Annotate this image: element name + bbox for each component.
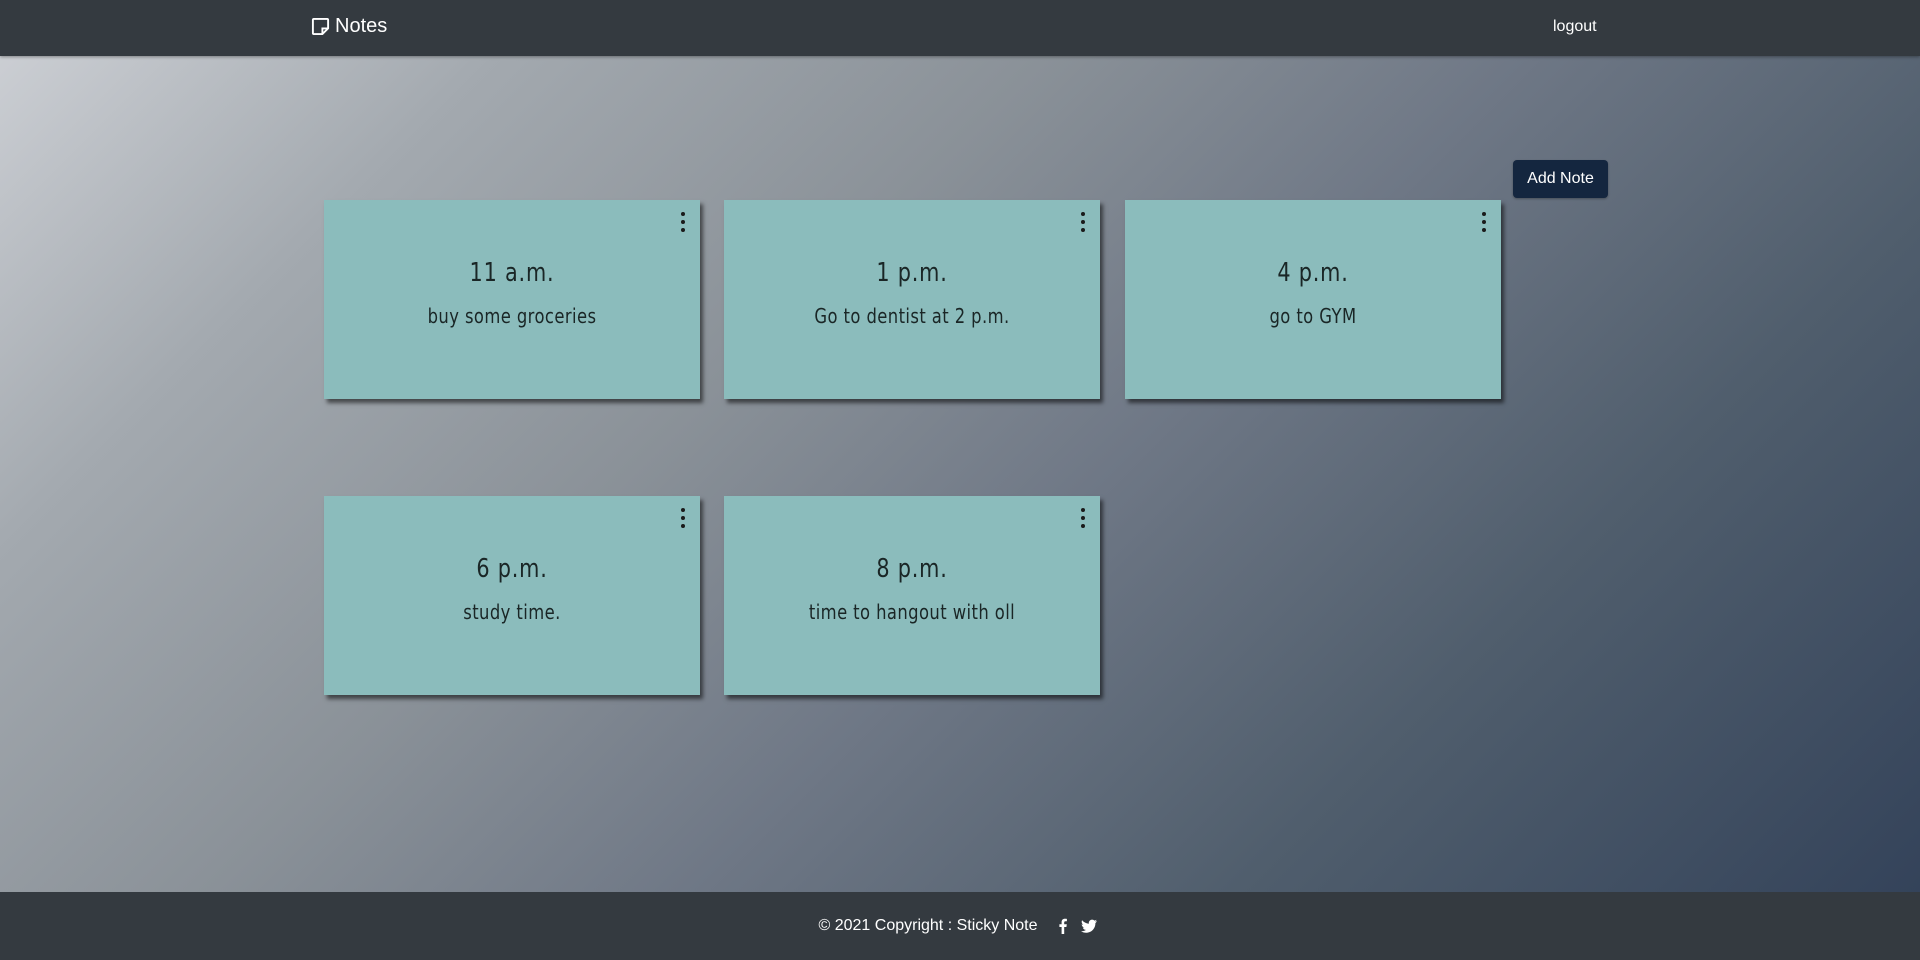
- vertical-ellipsis-icon[interactable]: [1077, 508, 1089, 528]
- note-time: 6 p.m.: [476, 554, 548, 584]
- note-time: 1 p.m.: [876, 258, 948, 288]
- sticky-note-icon: [311, 17, 330, 36]
- footer: © 2021 Copyright : Sticky Note: [0, 892, 1920, 960]
- note-time: 8 p.m.: [876, 554, 948, 584]
- note-card[interactable]: 8 p.m. time to hangout with oll: [724, 496, 1100, 695]
- note-text: study time.: [463, 600, 561, 624]
- note-time: 4 p.m.: [1277, 258, 1349, 288]
- note-text: Go to dentist at 2 p.m.: [814, 304, 1010, 328]
- facebook-icon[interactable]: [1055, 918, 1071, 934]
- logout-link[interactable]: logout: [1553, 18, 1597, 36]
- navbar: Notes logout: [0, 0, 1920, 56]
- notes-board: Add Note 11 a.m. buy some groceries 1 p.…: [0, 56, 1920, 892]
- note-card[interactable]: 6 p.m. study time.: [324, 496, 700, 695]
- note-card[interactable]: 1 p.m. Go to dentist at 2 p.m.: [724, 200, 1100, 399]
- note-text: time to hangout with oll: [808, 600, 1016, 624]
- vertical-ellipsis-icon[interactable]: [1077, 212, 1089, 232]
- vertical-ellipsis-icon[interactable]: [1478, 212, 1490, 232]
- copyright-text: © 2021 Copyright : Sticky Note: [818, 917, 1038, 934]
- brand-label: Notes: [335, 15, 388, 37]
- brand-link[interactable]: Notes: [311, 15, 387, 38]
- note-text: go to GYM: [1269, 304, 1357, 328]
- note-card[interactable]: 11 a.m. buy some groceries: [324, 200, 700, 399]
- note-time: 11 a.m.: [469, 258, 555, 288]
- note-card[interactable]: 4 p.m. go to GYM: [1125, 200, 1501, 399]
- note-text: buy some groceries: [427, 304, 597, 328]
- add-note-button[interactable]: Add Note: [1513, 160, 1608, 198]
- twitter-icon[interactable]: [1080, 918, 1097, 934]
- vertical-ellipsis-icon[interactable]: [677, 212, 689, 232]
- vertical-ellipsis-icon[interactable]: [677, 508, 689, 528]
